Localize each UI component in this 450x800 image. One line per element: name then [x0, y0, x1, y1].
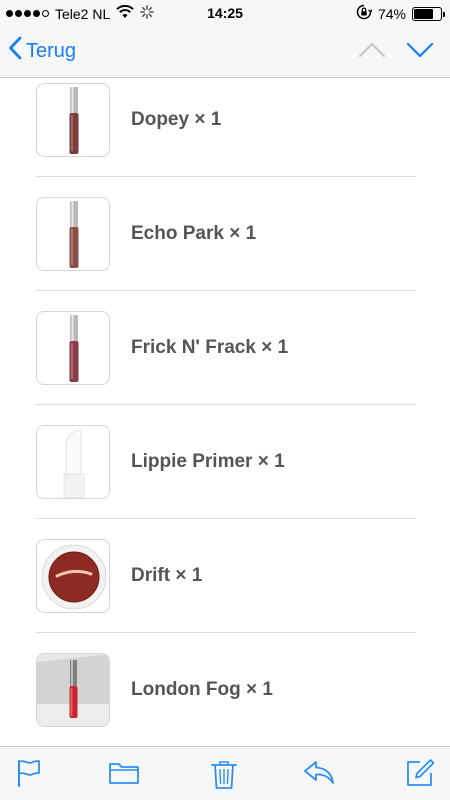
- battery-percent: 74%: [377, 5, 406, 22]
- order-item-row[interactable]: Drift × 1: [0, 462, 450, 633]
- compose-icon: [405, 759, 435, 792]
- chevron-down-icon: [406, 42, 434, 66]
- flag-icon: [16, 760, 42, 792]
- order-item-row[interactable]: Lippie Primer × 1: [0, 348, 450, 519]
- navigation-bar: Terug: [0, 26, 450, 78]
- folder-icon: [108, 763, 140, 790]
- delete-button[interactable]: [210, 758, 238, 795]
- status-bar: Tele2 NL 14:25 74%: [0, 0, 450, 26]
- back-button[interactable]: Terug: [8, 36, 76, 66]
- order-item-row[interactable]: London Fog × 1: [0, 576, 450, 727]
- order-item-row[interactable]: Dopey × 1: [0, 78, 450, 177]
- move-to-folder-button[interactable]: [108, 758, 140, 791]
- compose-button[interactable]: [405, 758, 435, 793]
- previous-message-button[interactable]: [358, 38, 386, 67]
- order-item-list[interactable]: Dopey × 1 Echo Park × 1 Frick N' Frack × 1…: [0, 78, 450, 746]
- product-label: London Fog × 1: [131, 679, 273, 700]
- status-right: 74%: [356, 4, 445, 23]
- flag-button[interactable]: [16, 758, 42, 793]
- bottom-toolbar: [0, 746, 450, 800]
- rotation-lock-icon: [356, 4, 373, 23]
- reply-icon: [302, 761, 336, 790]
- order-item-row[interactable]: Frick N' Frack × 1: [0, 234, 450, 405]
- next-message-button[interactable]: [406, 38, 434, 67]
- chevron-left-icon: [8, 36, 22, 66]
- back-button-label: Terug: [26, 39, 77, 62]
- battery-level: [414, 8, 434, 19]
- chevron-up-icon: [358, 42, 386, 66]
- reply-button[interactable]: [302, 758, 336, 791]
- battery-icon: [412, 6, 445, 21]
- product-thumbnail[interactable]: [36, 653, 110, 727]
- order-item-row[interactable]: Echo Park × 1: [0, 120, 450, 291]
- trash-icon: [210, 761, 238, 794]
